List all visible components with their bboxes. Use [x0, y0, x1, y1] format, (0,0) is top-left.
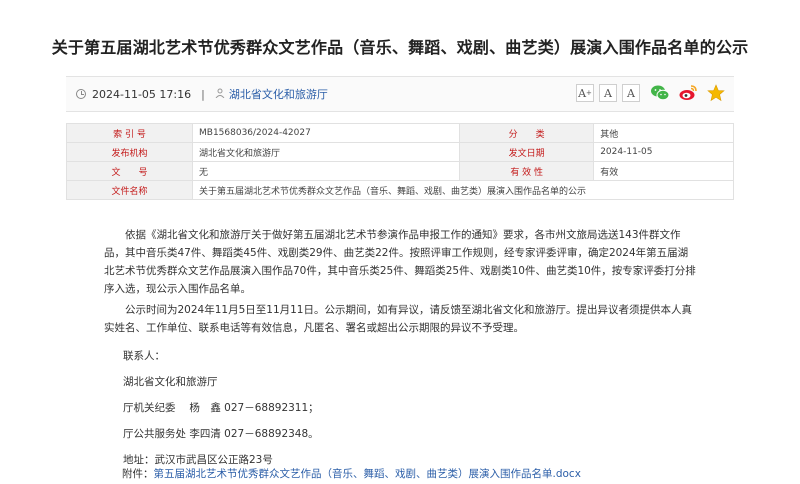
attachment: 附件：第五届湖北艺术节优秀群众文艺作品（音乐、舞蹈、戏剧、曲艺类）展演入围作品名…: [122, 466, 581, 481]
info-value: 湖北省文化和旅游厅: [191, 142, 461, 162]
attachment-link[interactable]: 第五届湖北艺术节优秀群众文艺作品（音乐、舞蹈、戏剧、曲艺类）展演入围作品名单.d…: [154, 468, 581, 480]
paragraph: 依据《湖北省文化和旅游厅关于做好第五届湖北艺术节参演作品申报工作的通知》要求，各…: [104, 229, 696, 295]
info-key: 索 引 号: [66, 123, 193, 143]
publish-date: 2024-11-05 17:16: [92, 87, 192, 101]
contact-org: 湖北省文化和旅游厅: [123, 376, 218, 388]
info-value: 关于第五届湖北艺术节优秀群众文艺作品（音乐、舞蹈、戏剧、曲艺类）展演入围作品名单…: [192, 180, 734, 200]
info-key: 文件名称: [66, 180, 193, 200]
meta-separator: |: [201, 87, 205, 101]
contact-label: 联系人：: [123, 350, 165, 362]
page-title: 关于第五届湖北艺术节优秀群众文艺作品（音乐、舞蹈、戏剧、曲艺类）展演入围作品名单…: [51, 38, 749, 57]
favorite-star-icon[interactable]: [706, 83, 726, 103]
document-info-table: 索 引 号 MB1568036/2024-42027 分 类 其他 发布机构 湖…: [66, 123, 734, 200]
info-value: 无: [191, 161, 461, 181]
article-body: 依据《湖北省文化和旅游厅关于做好第五届湖北艺术节参演作品申报工作的通知》要求，各…: [104, 226, 696, 469]
info-key: 分 类: [459, 123, 595, 143]
wechat-share-icon[interactable]: [650, 83, 670, 103]
publish-source: 湖北省文化和旅游厅: [228, 88, 328, 101]
info-key: 有 效 性: [459, 161, 595, 181]
font-size-medium-button[interactable]: A: [599, 84, 617, 102]
attachment-label: 附件：: [122, 468, 154, 480]
info-value: 2024-11-05: [593, 142, 734, 162]
font-size-small-button[interactable]: A: [622, 84, 640, 102]
table-row: 文 号 无 有 效 性 有效: [66, 161, 734, 181]
table-row: 发布机构 湖北省文化和旅游厅 发文日期 2024-11-05: [66, 142, 734, 162]
contact-line: 厅机关纪委 杨 鑫 027－68892311；: [123, 402, 319, 414]
paragraph: 公示时间为2024年11月5日至11月11日。公示期间，如有异议，请反馈至湖北省…: [104, 304, 692, 334]
table-row: 文件名称 关于第五届湖北艺术节优秀群众文艺作品（音乐、舞蹈、戏剧、曲艺类）展演入…: [66, 180, 734, 200]
toolbar: A + A A: [571, 83, 726, 103]
table-row: 索 引 号 MB1568036/2024-42027 分 类 其他: [66, 123, 734, 143]
info-value: 其他: [593, 123, 734, 143]
font-size-large-button[interactable]: A +: [576, 84, 594, 102]
contact-line: 厅公共服务处 李四清 027－68892348。: [123, 428, 319, 440]
info-value: 有效: [593, 161, 734, 181]
info-key: 发布机构: [66, 142, 193, 162]
clock-icon: [76, 89, 86, 99]
info-key: 文 号: [66, 161, 193, 181]
meta-bar: 2024-11-05 17:16 | 湖北省文化和旅游厅 A + A A: [66, 76, 734, 112]
info-value: MB1568036/2024-42027: [191, 123, 461, 143]
info-key: 发文日期: [459, 142, 595, 162]
weibo-share-icon[interactable]: [678, 83, 698, 103]
user-icon: [215, 88, 225, 101]
